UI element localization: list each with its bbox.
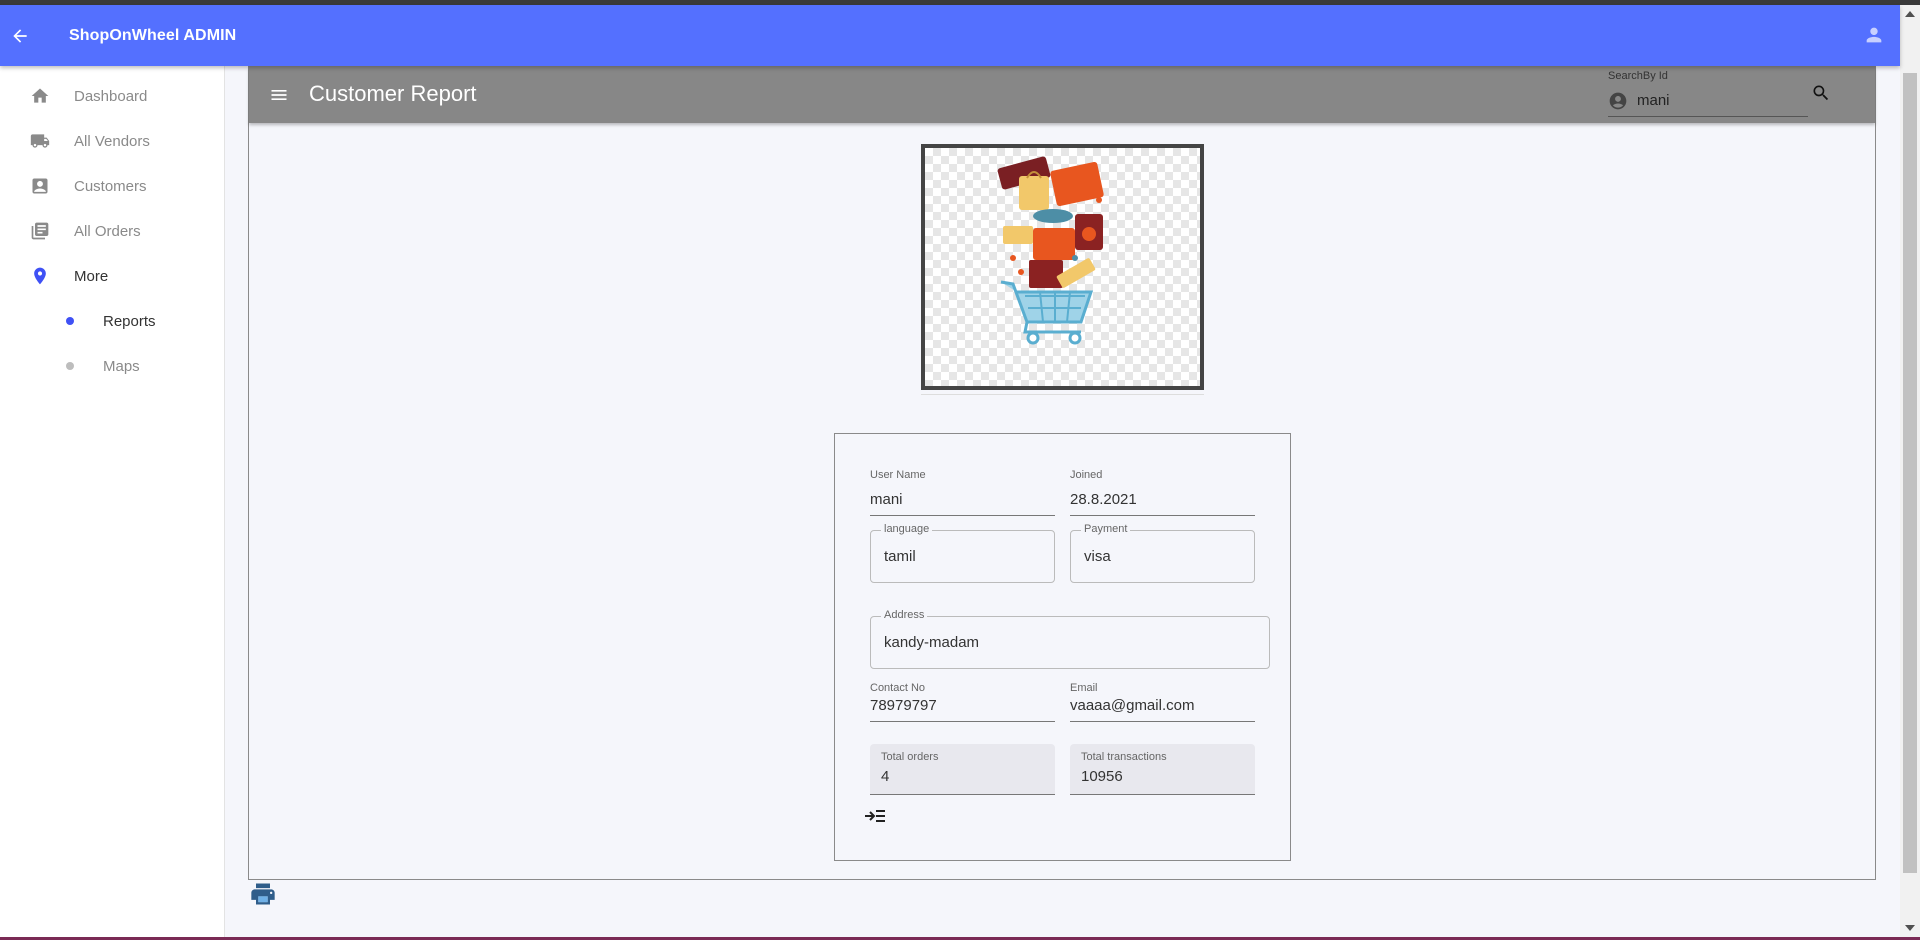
field-label: Address [881, 609, 928, 621]
sidebar-item-maps[interactable]: Maps [0, 344, 224, 388]
customer-image [921, 144, 1204, 390]
arrow-left-icon[interactable] [1, 17, 39, 55]
field-value: tamil [884, 548, 916, 565]
shopping-cart-illustration [997, 156, 1104, 345]
payment-field[interactable]: Payment visa [1070, 523, 1255, 583]
sidebar-item-label: All Vendors [74, 132, 150, 150]
search-label: SearchBy Id [1608, 70, 1668, 82]
search-input[interactable] [1637, 89, 1807, 111]
report-panel: Customer Report SearchBy Id mani User Na… [248, 66, 1876, 880]
bullet-dot-icon [66, 317, 74, 325]
account-icon[interactable] [1860, 21, 1888, 49]
field-label: Email [1070, 682, 1098, 694]
field-label: Payment [1081, 523, 1131, 535]
report-toolbar: Customer Report SearchBy Id [249, 67, 1875, 123]
bullet-dot-icon [66, 362, 74, 370]
hamburger-menu-icon[interactable] [267, 83, 291, 107]
search-icon[interactable] [1809, 81, 1833, 105]
sidebar-item-all-vendors[interactable]: All Vendors [0, 119, 224, 163]
page-title: Customer Report [309, 81, 477, 106]
sidebar-item-dashboard[interactable]: Dashboard [0, 74, 224, 118]
app-bar: ShopOnWheel ADMIN [0, 5, 1900, 66]
sidebar-item-label: Dashboard [74, 87, 148, 105]
field-label: Contact No [870, 682, 926, 694]
total-orders-field[interactable]: Total orders 4 [870, 744, 1055, 795]
field-value: 4 [881, 768, 890, 785]
search-by-id-field: SearchBy Id [1608, 69, 1808, 117]
email-field[interactable]: Email vaaaa@gmail.com [1070, 682, 1255, 722]
language-field[interactable]: language tamil [870, 523, 1055, 583]
image-divider [921, 394, 1204, 395]
expand-indent-icon[interactable] [864, 808, 886, 824]
field-label: Joined [1070, 469, 1103, 481]
sidebar-item-label: Reports [103, 312, 156, 330]
sidebar-item-label: All Orders [74, 222, 141, 240]
scrollbar-thumb[interactable] [1903, 73, 1917, 873]
sidebar-item-more[interactable]: More [0, 254, 224, 298]
printer-icon[interactable] [249, 880, 277, 908]
scroll-down-arrow-icon[interactable] [1905, 925, 1915, 931]
field-value: 78979797 [870, 697, 937, 714]
field-value: 28.8.2021 [1070, 491, 1137, 508]
scroll-up-arrow-icon[interactable] [1905, 11, 1915, 17]
field-value: visa [1084, 548, 1111, 565]
contact-card-icon [29, 175, 51, 197]
sidebar: Dashboard All Vendors Customers All Orde… [0, 66, 225, 940]
sidebar-item-customers[interactable]: Customers [0, 164, 224, 208]
sidebar-item-label: Maps [103, 357, 140, 375]
location-pin-icon [29, 265, 51, 287]
joined-field[interactable]: Joined 28.8.2021 [1070, 469, 1255, 516]
field-label: language [881, 523, 933, 535]
sidebar-item-reports[interactable]: Reports [0, 299, 224, 343]
sidebar-item-all-orders[interactable]: All Orders [0, 209, 224, 253]
total-transactions-field[interactable]: Total transactions 10956 [1070, 744, 1255, 795]
field-label: Total orders [881, 751, 939, 763]
field-value: mani [870, 491, 903, 508]
field-label: Total transactions [1081, 751, 1167, 763]
app-title: ShopOnWheel ADMIN [69, 26, 237, 44]
field-value: vaaaa@gmail.com [1070, 697, 1195, 714]
sidebar-item-label: Customers [74, 177, 147, 195]
user-name-field[interactable]: User Name mani [870, 469, 1055, 516]
library-books-icon [29, 220, 51, 242]
truck-icon [29, 130, 51, 152]
customer-details-card: User Name mani Joined 28.8.2021 language… [834, 433, 1291, 861]
contact-no-field[interactable]: Contact No 78979797 [870, 682, 1055, 722]
home-icon [29, 85, 51, 107]
field-value: 10956 [1081, 768, 1123, 785]
page-scrollbar[interactable] [1900, 5, 1920, 940]
sidebar-item-label: More [74, 267, 109, 285]
account-circle-icon [1608, 91, 1628, 111]
address-field[interactable]: Address kandy-madam [870, 609, 1270, 669]
field-value: kandy-madam [884, 634, 980, 651]
field-label: User Name [870, 469, 926, 481]
